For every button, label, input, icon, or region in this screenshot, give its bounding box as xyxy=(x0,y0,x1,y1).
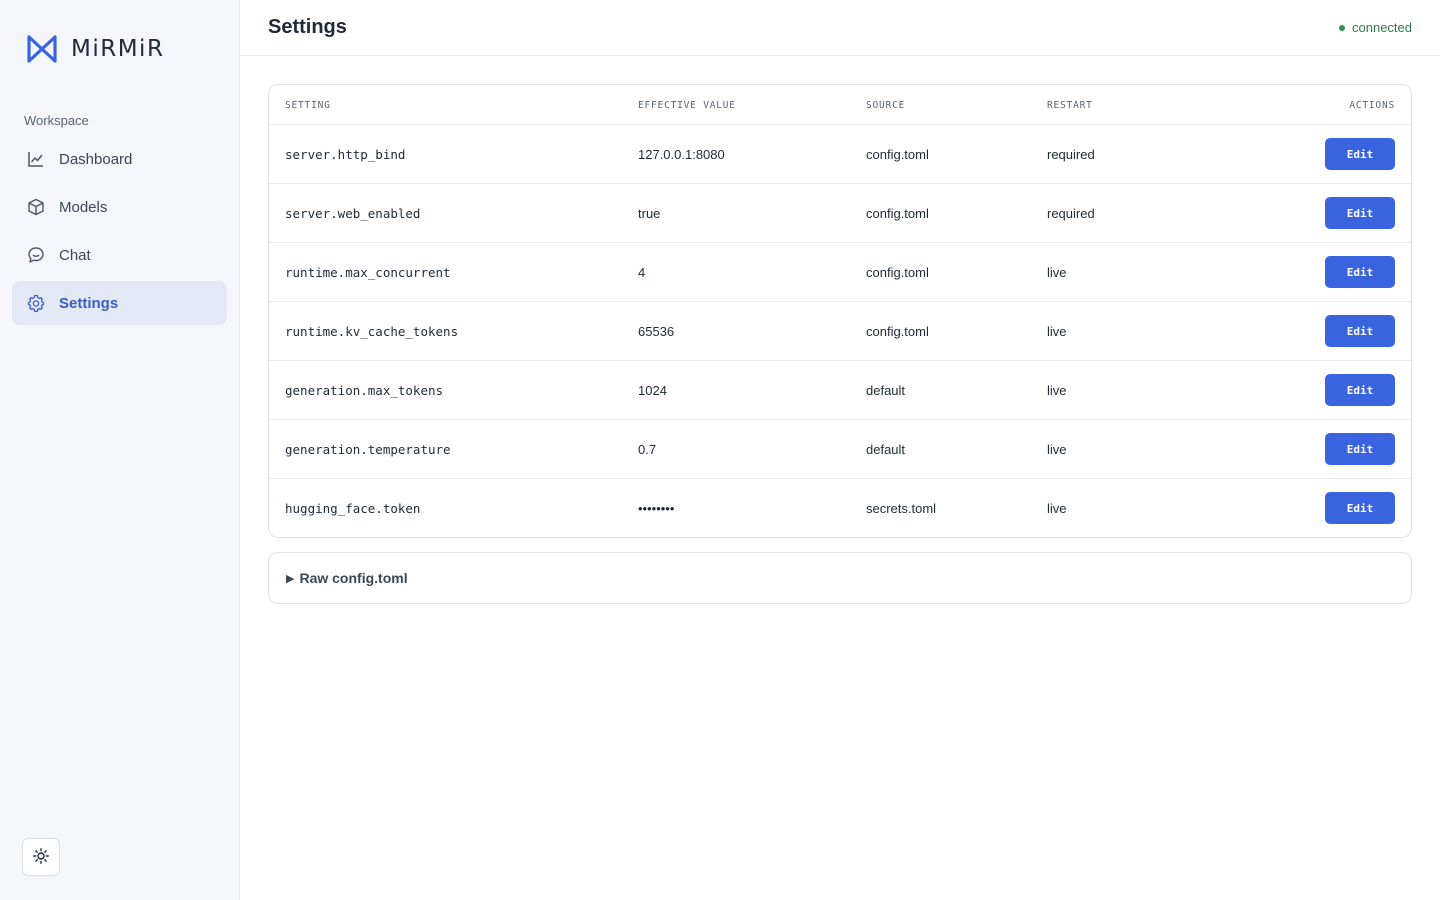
setting-restart: live xyxy=(1047,501,1067,516)
raw-config-label: Raw config.toml xyxy=(299,570,408,586)
setting-restart: live xyxy=(1047,442,1067,457)
edit-button[interactable]: Edit xyxy=(1325,433,1395,465)
column-header-setting: SETTING xyxy=(285,100,331,111)
sidebar-item-settings[interactable]: Settings xyxy=(12,281,227,325)
mirmir-logo-icon xyxy=(27,35,57,63)
setting-value: 4 xyxy=(638,265,646,280)
edit-button[interactable]: Edit xyxy=(1325,138,1395,170)
connection-status: connected xyxy=(1339,20,1412,35)
setting-key: generation.max_tokens xyxy=(285,383,444,398)
setting-key: hugging_face.token xyxy=(285,501,421,516)
setting-source: config.toml xyxy=(866,206,929,221)
setting-restart: live xyxy=(1047,324,1067,339)
setting-source: secrets.toml xyxy=(866,501,937,516)
settings-table: SETTING EFFECTIVE VALUE SOURCE RESTART A… xyxy=(268,84,1412,538)
setting-source: config.toml xyxy=(866,147,929,162)
setting-source: default xyxy=(866,383,906,398)
cube-icon xyxy=(27,198,45,216)
edit-button[interactable]: Edit xyxy=(1325,492,1395,524)
setting-key: server.http_bind xyxy=(285,147,406,162)
setting-value: 1024 xyxy=(638,383,667,398)
edit-button[interactable]: Edit xyxy=(1325,315,1395,347)
sidebar-item-label: Settings xyxy=(59,294,119,312)
status-text: connected xyxy=(1352,20,1412,35)
setting-source: config.toml xyxy=(866,265,929,280)
setting-source: config.toml xyxy=(866,324,929,339)
chart-line-icon xyxy=(27,150,45,168)
setting-key: runtime.kv_cache_tokens xyxy=(285,324,459,339)
edit-button[interactable]: Edit xyxy=(1325,374,1395,406)
table-row: generation.temperature 0.7 default live … xyxy=(269,420,1411,479)
raw-config-toggle[interactable]: ▶ Raw config.toml xyxy=(268,552,1412,604)
table-header: SETTING EFFECTIVE VALUE SOURCE RESTART A… xyxy=(269,85,1411,125)
setting-value: •••••••• xyxy=(638,501,675,516)
table-row: runtime.max_concurrent 4 config.toml liv… xyxy=(269,243,1411,302)
setting-source: default xyxy=(866,442,906,457)
sidebar-item-chat[interactable]: Chat xyxy=(12,233,227,277)
table-row: runtime.kv_cache_tokens 65536 config.tom… xyxy=(269,302,1411,361)
setting-restart: required xyxy=(1047,206,1095,221)
setting-restart: required xyxy=(1047,147,1095,162)
column-header-source: SOURCE xyxy=(866,100,906,111)
status-dot-icon xyxy=(1339,24,1345,31)
table-row: server.web_enabled true config.toml requ… xyxy=(269,184,1411,243)
table-row: server.http_bind 127.0.0.1:8080 config.t… xyxy=(269,125,1411,184)
theme-toggle-button[interactable] xyxy=(22,838,60,876)
brand[interactable]: MiRMiR xyxy=(26,34,164,64)
setting-value: 0.7 xyxy=(638,442,657,457)
column-header-actions: ACTIONS xyxy=(1349,100,1395,111)
sidebar-item-models[interactable]: Models xyxy=(12,185,227,229)
setting-key: runtime.max_concurrent xyxy=(285,265,451,280)
setting-value: 127.0.0.1:8080 xyxy=(638,147,725,162)
disclosure-arrow-icon: ▶ xyxy=(286,572,295,585)
page-header: Settings connected xyxy=(240,0,1440,56)
page-title: Settings xyxy=(268,16,347,38)
setting-key: server.web_enabled xyxy=(285,206,421,221)
setting-value: 65536 xyxy=(638,324,675,339)
column-header-restart: RESTART xyxy=(1047,100,1093,111)
setting-key: generation.temperature xyxy=(285,442,451,457)
column-header-effective-value: EFFECTIVE VALUE xyxy=(638,100,736,111)
sidebar-item-dashboard[interactable]: Dashboard xyxy=(12,137,227,181)
section-label-workspace: Workspace xyxy=(24,113,89,128)
edit-button[interactable]: Edit xyxy=(1325,256,1395,288)
sidebar-item-label: Models xyxy=(59,198,108,216)
setting-restart: live xyxy=(1047,265,1067,280)
setting-restart: live xyxy=(1047,383,1067,398)
sidebar: MiRMiR Workspace Dashboard Models Chat S… xyxy=(0,0,240,900)
brand-name: MiRMiR xyxy=(71,36,165,62)
gear-icon xyxy=(27,294,45,312)
sidebar-nav: Dashboard Models Chat Settings xyxy=(12,137,227,329)
table-row: hugging_face.token •••••••• secrets.toml… xyxy=(269,479,1411,537)
edit-button[interactable]: Edit xyxy=(1325,197,1395,229)
chat-bubble-icon xyxy=(27,246,45,264)
table-row: generation.max_tokens 1024 default live … xyxy=(269,361,1411,420)
sidebar-item-label: Chat xyxy=(59,246,91,264)
sidebar-item-label: Dashboard xyxy=(59,150,133,168)
sun-icon xyxy=(33,847,49,867)
setting-value: true xyxy=(638,206,661,221)
